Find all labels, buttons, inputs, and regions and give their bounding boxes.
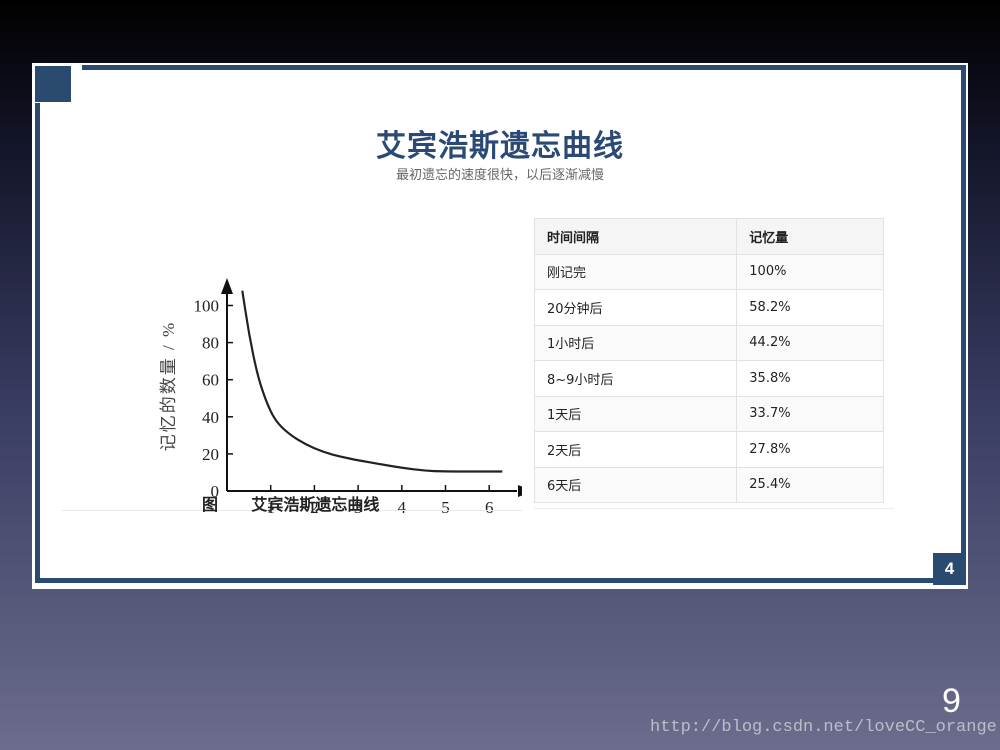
forgetting-curve-line	[241, 290, 503, 473]
figure-caption: 图 艾宾浩斯遗忘曲线	[202, 495, 380, 514]
table-row: 1小时后 44.2%	[533, 324, 884, 361]
frame-bottom-bar	[35, 578, 933, 583]
table-cell-retention: 35.8%	[736, 360, 884, 397]
y-tick-label: 60	[202, 371, 219, 390]
frame-top-bar	[82, 65, 962, 70]
slide-subtitle: 最初遗忘的速度很快，以后逐渐减慢	[395, 168, 604, 183]
table-header-retention: 记忆量	[736, 218, 884, 255]
table-cell-retention: 44.2%	[736, 324, 884, 361]
table-cell-interval: 刚记完	[533, 253, 738, 290]
table-cell-interval: 20分钟后	[533, 289, 738, 326]
table-separator	[534, 508, 894, 509]
table-cell-interval: 1小时后	[533, 324, 738, 361]
slide-title: 艾宾浩斯遗忘曲线	[376, 129, 624, 164]
table-row: 刚记完 100%	[533, 253, 884, 290]
slide: 4 艾宾浩斯遗忘曲线 最初遗忘的速度很快，以后逐渐减慢 0 20 40 60 80 100…	[32, 63, 968, 589]
table-cell-retention: 25.4%	[736, 466, 884, 503]
y-axis-label: 记忆的数量 / %	[159, 321, 178, 451]
y-tick-label: 20	[202, 445, 219, 464]
table-cell-retention: 27.8%	[736, 431, 884, 468]
table-cell-retention: 100%	[736, 253, 884, 290]
table-cell-interval: 6天后	[533, 466, 738, 503]
table-row: 8~9小时后 35.8%	[533, 360, 884, 397]
x-axis-arrow	[518, 485, 534, 497]
slide-number: 9	[942, 682, 961, 720]
y-axis-arrow	[221, 278, 233, 294]
forgetting-curve-chart: 020406080100123456天数记忆的数量 / %	[112, 208, 534, 537]
y-tick-label: 40	[202, 408, 219, 427]
watermark: http://blog.csdn.net/loveCC_orange	[650, 718, 997, 737]
table-row: 20分钟后 58.2%	[533, 289, 884, 326]
page-badge: 4	[933, 553, 966, 585]
y-tick-label: 100	[194, 297, 220, 316]
table-row: 6天后 25.4%	[533, 466, 884, 503]
table-header-interval: 时间间隔	[533, 218, 738, 255]
table-header-row: 时间间隔 记忆量	[533, 218, 884, 255]
table-cell-interval: 1天后	[533, 395, 738, 432]
y-tick-label: 80	[202, 334, 219, 353]
table-cell-retention: 33.7%	[736, 395, 884, 432]
table-row: 2天后 27.8%	[533, 431, 884, 468]
table-row: 1天后 33.7%	[533, 395, 884, 432]
chart-svg: 020406080100123456天数记忆的数量 / %	[159, 278, 534, 537]
memory-table: 时间间隔 记忆量 刚记完 100% 20分钟后 58.2% 1小时后 44.2%…	[533, 218, 884, 503]
corner-square	[35, 66, 71, 102]
table-cell-interval: 2天后	[533, 431, 738, 468]
table-cell-interval: 8~9小时后	[533, 360, 738, 397]
table-cell-retention: 58.2%	[736, 289, 884, 326]
